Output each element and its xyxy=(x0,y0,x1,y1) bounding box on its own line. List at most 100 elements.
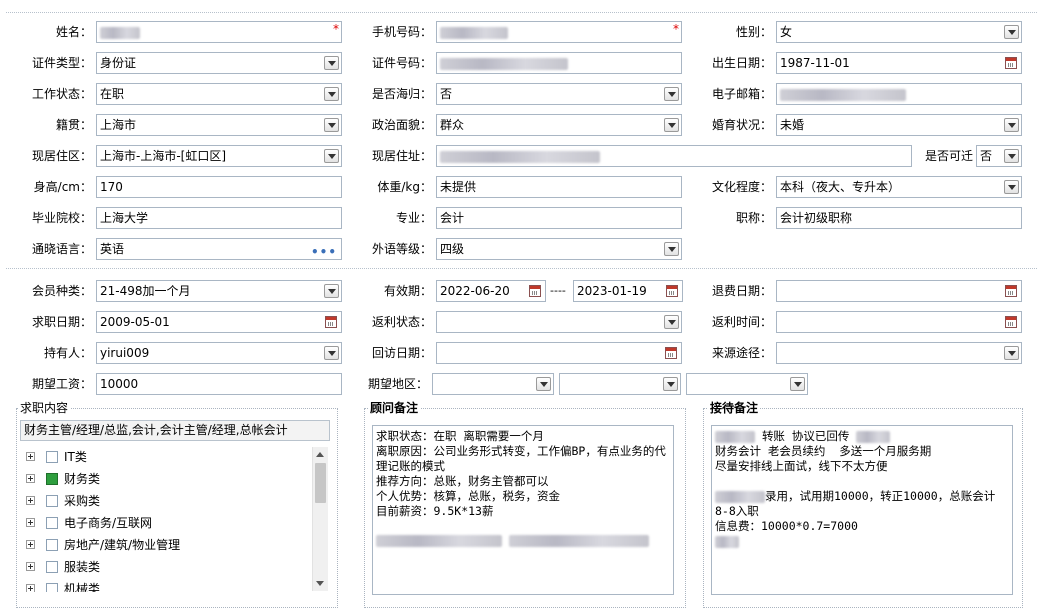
native-select[interactable]: 上海市 xyxy=(96,114,342,136)
chevron-down-icon[interactable] xyxy=(663,377,678,391)
scrollbar-thumb[interactable] xyxy=(315,463,326,503)
chevron-down-icon[interactable] xyxy=(324,284,339,298)
weight-input[interactable]: 未提供 xyxy=(436,176,682,198)
education-value: 本科（夜大、专升本） xyxy=(780,180,901,194)
language-input[interactable]: 英语 ••• xyxy=(96,238,342,260)
calendar-icon[interactable] xyxy=(325,316,337,328)
refund-input[interactable] xyxy=(776,280,1022,302)
calendar-icon[interactable] xyxy=(1005,57,1017,69)
scroll-up-icon[interactable] xyxy=(316,452,324,457)
valid-from-input[interactable]: 2022-06-20 xyxy=(436,280,546,302)
redacted-block xyxy=(376,534,502,547)
region-district-select[interactable] xyxy=(686,373,808,395)
source-select[interactable] xyxy=(776,342,1022,364)
checkbox[interactable] xyxy=(46,561,58,573)
job-content-summary[interactable]: 财务主管/经理/总监,会计,会计主管/经理,总帐会计 xyxy=(20,420,330,441)
calendar-icon[interactable] xyxy=(1005,316,1017,328)
major-input[interactable]: 会计 xyxy=(436,207,682,229)
chevron-down-icon[interactable] xyxy=(324,346,339,360)
valid-to-input[interactable]: 2023-01-19 xyxy=(573,280,683,302)
political-select[interactable]: 群众 xyxy=(436,114,682,136)
rebate-status-select[interactable] xyxy=(436,311,682,333)
birth-input[interactable]: 1987-11-01 xyxy=(776,52,1022,74)
more-icon[interactable]: ••• xyxy=(311,242,337,259)
job-content-title: 求职内容 xyxy=(18,401,71,415)
can-move-select[interactable]: 否 xyxy=(976,145,1022,167)
expand-icon[interactable] xyxy=(26,562,35,571)
expand-icon[interactable] xyxy=(26,452,35,461)
langlevel-select[interactable]: 四级 xyxy=(436,238,682,260)
reception-note-line: 尽量安排线上面试，线下不太方便 xyxy=(715,459,888,473)
region-city-select[interactable] xyxy=(559,373,681,395)
address-input[interactable] xyxy=(436,145,912,167)
workstatus-select[interactable]: 在职 xyxy=(96,83,342,105)
tree-scrollbar[interactable] xyxy=(312,447,328,591)
calendar-icon[interactable] xyxy=(529,285,541,297)
chevron-down-icon[interactable] xyxy=(790,377,805,391)
chevron-down-icon[interactable] xyxy=(664,315,679,329)
reception-note-blank xyxy=(715,474,1009,489)
jobdate-input[interactable]: 2009-05-01 xyxy=(96,311,342,333)
region-province-select[interactable] xyxy=(432,373,554,395)
expand-icon[interactable] xyxy=(26,518,35,527)
gender-select[interactable]: 女 xyxy=(776,21,1022,43)
idtype-select[interactable]: 身份证 xyxy=(96,52,342,74)
visit-input[interactable] xyxy=(436,342,682,364)
chevron-down-icon[interactable] xyxy=(324,87,339,101)
reception-note-redacted xyxy=(715,534,1009,549)
height-input[interactable]: 170 xyxy=(96,176,342,198)
email-input[interactable] xyxy=(776,83,1022,105)
school-input[interactable]: 上海大学 xyxy=(96,207,342,229)
chevron-down-icon[interactable] xyxy=(1004,180,1019,194)
checkbox[interactable] xyxy=(46,495,58,507)
chevron-down-icon[interactable] xyxy=(1004,25,1019,39)
chevron-down-icon[interactable] xyxy=(664,242,679,256)
school-label: 毕业院校： xyxy=(31,211,92,225)
checkbox[interactable] xyxy=(46,539,58,551)
checkbox[interactable] xyxy=(46,583,58,592)
rebate-time-input[interactable] xyxy=(776,311,1022,333)
calendar-icon[interactable] xyxy=(666,285,678,297)
chevron-down-icon[interactable] xyxy=(1004,118,1019,132)
idno-input[interactable] xyxy=(436,52,682,74)
checkbox[interactable] xyxy=(46,451,58,463)
gender-label: 性别： xyxy=(735,25,772,39)
language-value: 英语 xyxy=(100,242,125,256)
advisor-note-line: 个人优势：核算，总账，税务，资金 xyxy=(376,489,560,503)
salary-input[interactable]: 10000 xyxy=(96,373,342,395)
chevron-down-icon[interactable] xyxy=(324,118,339,132)
advisor-note-redacted xyxy=(376,533,670,548)
member-type-select[interactable]: 21-498加一个月 xyxy=(96,280,342,302)
holder-select[interactable]: yirui009 xyxy=(96,342,342,364)
expand-icon[interactable] xyxy=(26,584,35,592)
marital-select[interactable]: 未婚 xyxy=(776,114,1022,136)
scroll-down-icon[interactable] xyxy=(316,581,324,586)
redacted-block xyxy=(715,430,755,443)
chevron-down-icon[interactable] xyxy=(664,118,679,132)
chevron-down-icon[interactable] xyxy=(324,149,339,163)
calendar-icon[interactable] xyxy=(665,347,677,359)
expand-icon[interactable] xyxy=(26,474,35,483)
rebate-time-label: 返利时间： xyxy=(711,315,772,329)
education-select[interactable]: 本科（夜大、专升本） xyxy=(776,176,1022,198)
expand-icon[interactable] xyxy=(26,540,35,549)
phone-input[interactable] xyxy=(436,21,682,43)
valid-to-value: 2023-01-19 xyxy=(577,284,647,298)
name-input[interactable] xyxy=(96,21,342,43)
checkbox-checked[interactable] xyxy=(46,473,58,485)
calendar-icon[interactable] xyxy=(1005,285,1017,297)
chevron-down-icon[interactable] xyxy=(536,377,551,391)
birth-label: 出生日期： xyxy=(711,56,772,70)
title-input[interactable]: 会计初级职称 xyxy=(776,207,1022,229)
chevron-down-icon[interactable] xyxy=(324,56,339,70)
residence-select[interactable]: 上海市-上海市-[虹口区] xyxy=(96,145,342,167)
checkbox[interactable] xyxy=(46,517,58,529)
chevron-down-icon[interactable] xyxy=(1004,346,1019,360)
reception-notes-textarea[interactable]: 转账 协议已回传 财务会计 老会员续约 多送一个月服务期 尽量安排线上面试，线下不… xyxy=(711,425,1013,595)
advisor-notes-textarea[interactable]: 求职状态：在职 离职需要一个月 离职原因：公司业务形式转变，工作偏BP，有点业务的… xyxy=(372,425,674,595)
chevron-down-icon[interactable] xyxy=(664,87,679,101)
chevron-down-icon[interactable] xyxy=(1004,149,1019,163)
expand-icon[interactable] xyxy=(26,496,35,505)
overseas-select[interactable]: 否 xyxy=(436,83,682,105)
email-redacted xyxy=(780,88,906,101)
